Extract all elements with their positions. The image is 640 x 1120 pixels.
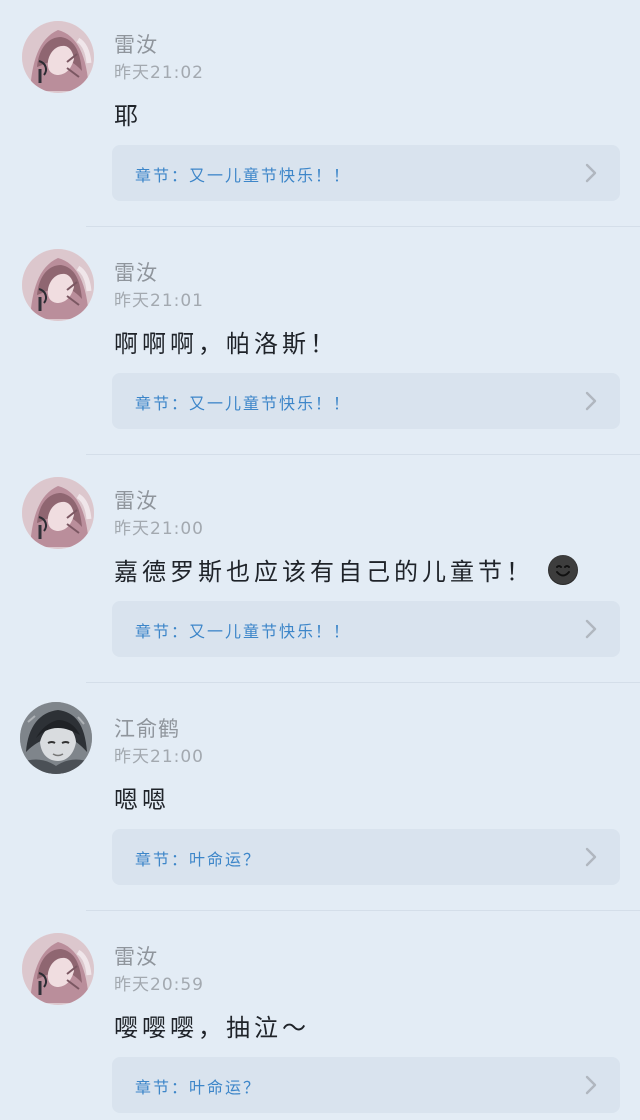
chapter-label: 章节：又一儿童节快乐！！	[135, 622, 352, 641]
chevron-right-icon	[584, 1074, 598, 1096]
comment-text-content: 啊啊啊，帕洛斯！	[114, 330, 338, 358]
comment-text-content: 嗯嗯	[114, 786, 170, 814]
comment-feed: 雷汝 昨天21:02 耶 章节：又一儿童节快乐！！ 雷汝 昨天21:01 啊啊啊…	[0, 0, 640, 1120]
chevron-right-icon	[584, 390, 598, 412]
avatar[interactable]	[22, 249, 94, 321]
pink-anime-girl-avatar	[22, 477, 94, 549]
pink-anime-girl-avatar	[22, 21, 94, 93]
timestamp: 昨天21:00	[114, 747, 204, 767]
comment-text-content: 嘉德罗斯也应该有自己的儿童节！	[114, 558, 534, 586]
timestamp: 昨天21:02	[114, 63, 204, 83]
comment-text: 嘉德罗斯也应该有自己的儿童节！	[114, 552, 578, 587]
comment-text-content: 嘤嘤嘤，抽泣～	[114, 1014, 310, 1042]
username[interactable]: 江俞鹤	[114, 713, 180, 743]
avatar[interactable]	[20, 702, 92, 774]
chevron-right-icon	[584, 162, 598, 184]
comment-text-content: 耶	[114, 102, 142, 130]
smiling-face-emoji-icon	[548, 554, 578, 585]
comment-item: 江俞鹤 昨天21:00 嗯嗯 章节：叶命运？	[0, 684, 640, 912]
avatar[interactable]	[22, 21, 94, 93]
username[interactable]: 雷汝	[114, 941, 158, 971]
chapter-label: 章节：又一儿童节快乐！！	[135, 394, 352, 413]
timestamp: 昨天21:01	[114, 291, 204, 311]
comment-item: 雷汝 昨天21:02 耶 章节：又一儿童节快乐！！	[0, 0, 640, 228]
comment-text: 嗯嗯	[114, 780, 170, 815]
comment-text: 嘤嘤嘤，抽泣～	[114, 1008, 310, 1043]
chapter-label: 章节：又一儿童节快乐！！	[135, 166, 352, 185]
timestamp: 昨天20:59	[114, 975, 204, 995]
chapter-link-card[interactable]: 章节：叶命运？	[112, 1057, 620, 1113]
comment-text: 耶	[114, 96, 142, 131]
avatar[interactable]	[22, 933, 94, 1005]
chapter-label: 章节：叶命运？	[135, 1078, 262, 1097]
gray-anime-boy-avatar	[20, 702, 92, 774]
chapter-link-card[interactable]: 章节：又一儿童节快乐！！	[112, 145, 620, 201]
timestamp: 昨天21:00	[114, 519, 204, 539]
divider	[86, 682, 640, 683]
avatar[interactable]	[22, 477, 94, 549]
divider	[86, 226, 640, 227]
chapter-link-card[interactable]: 章节：又一儿童节快乐！！	[112, 373, 620, 429]
comment-item: 雷汝 昨天21:00 嘉德罗斯也应该有自己的儿童节！ 章节：又一儿童节快乐！！	[0, 456, 640, 684]
username[interactable]: 雷汝	[114, 485, 158, 515]
divider	[86, 454, 640, 455]
pink-anime-girl-avatar	[22, 249, 94, 321]
chapter-link-card[interactable]: 章节：又一儿童节快乐！！	[112, 601, 620, 657]
pink-anime-girl-avatar	[22, 933, 94, 1005]
chevron-right-icon	[584, 846, 598, 868]
chevron-right-icon	[584, 618, 598, 640]
comment-text: 啊啊啊，帕洛斯！	[114, 324, 338, 359]
username[interactable]: 雷汝	[114, 257, 158, 287]
chapter-label: 章节：叶命运？	[135, 850, 262, 869]
username[interactable]: 雷汝	[114, 29, 158, 59]
chapter-link-card[interactable]: 章节：叶命运？	[112, 829, 620, 885]
comment-item: 雷汝 昨天20:59 嘤嘤嘤，抽泣～ 章节：叶命运？	[0, 912, 640, 1120]
comment-item: 雷汝 昨天21:01 啊啊啊，帕洛斯！ 章节：又一儿童节快乐！！	[0, 228, 640, 456]
divider	[86, 910, 640, 911]
